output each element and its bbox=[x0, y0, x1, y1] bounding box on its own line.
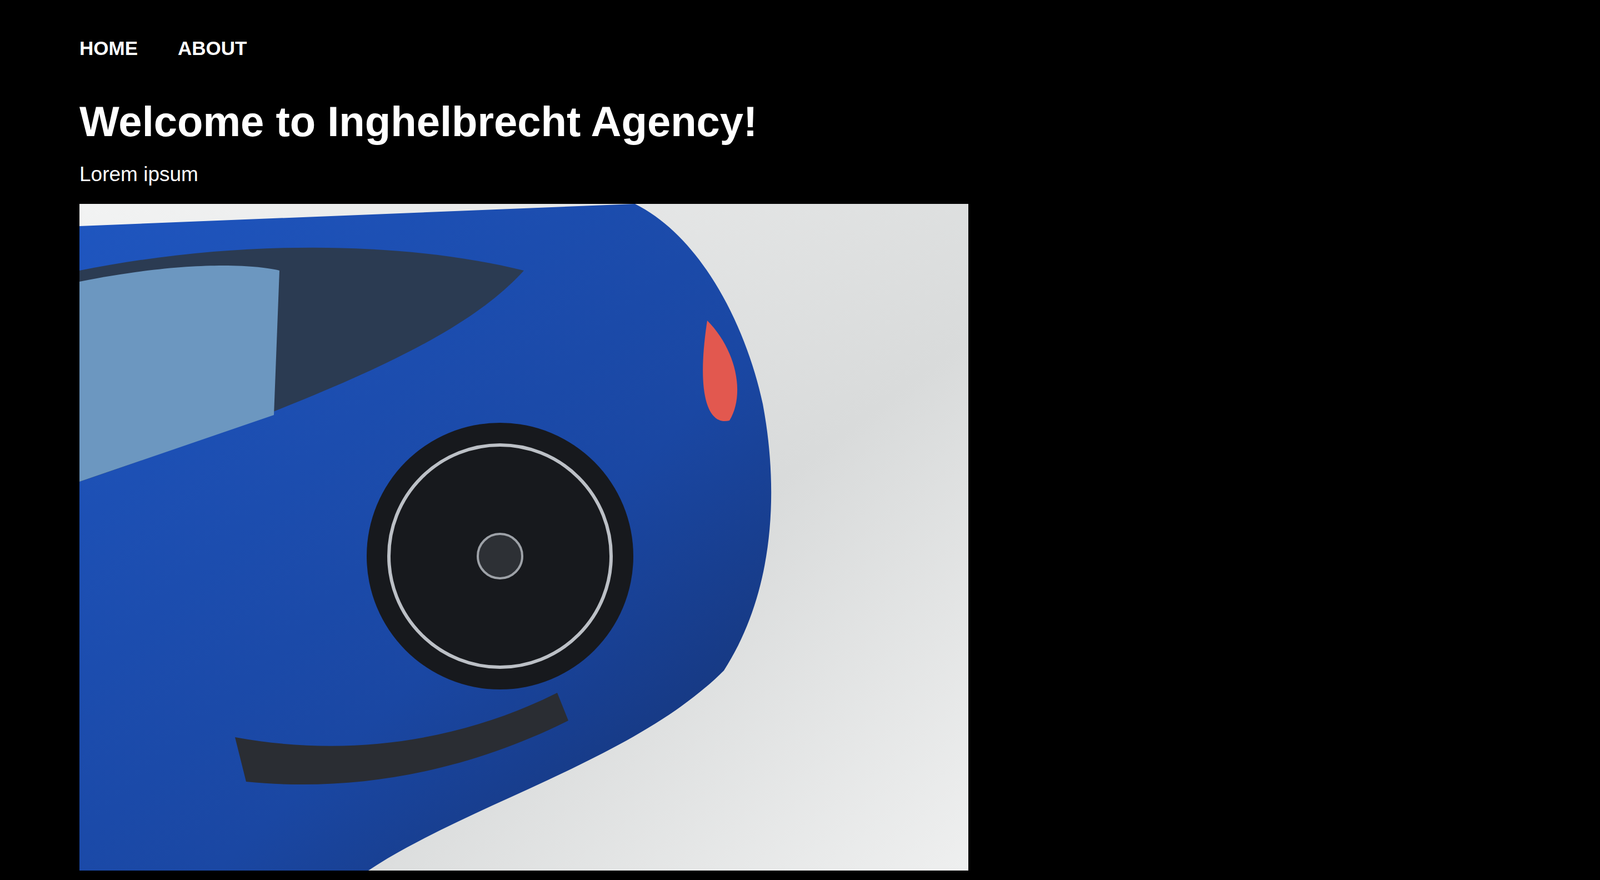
hero-photo bbox=[79, 203, 969, 871]
nav-link[interactable]: ABOUT bbox=[177, 34, 247, 62]
page: HOME ABOUT Welcome to Inghelbrecht Agency!… bbox=[0, 0, 1600, 880]
hero: Welcome to Inghelbrecht Agency! Lorem ips… bbox=[79, 96, 1521, 871]
hero-subtitle: Lorem ipsum bbox=[79, 162, 1521, 187]
hero-title: Welcome to Inghelbrecht Agency! bbox=[79, 96, 1521, 147]
nav-link[interactable]: HOME bbox=[79, 34, 138, 62]
top-nav: HOME ABOUT bbox=[79, 34, 1521, 62]
car-photo-icon bbox=[79, 203, 969, 871]
